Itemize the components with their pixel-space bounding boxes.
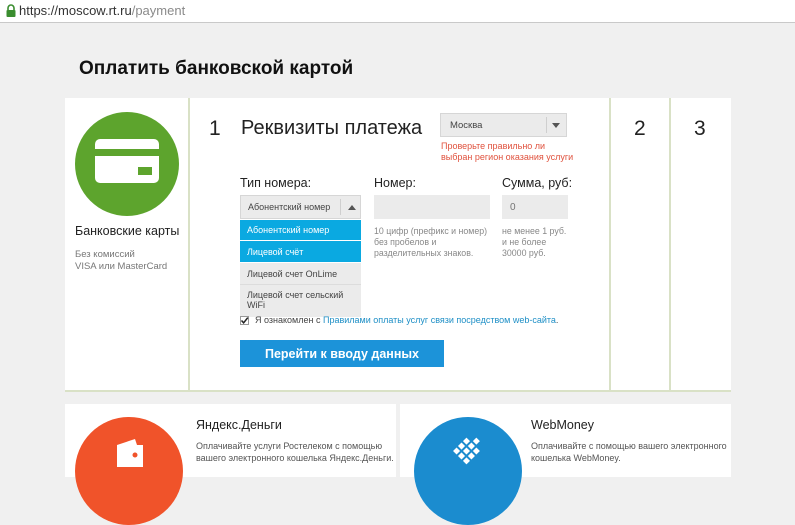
checkmark-icon bbox=[240, 317, 249, 324]
dropdown-option-onlime[interactable]: Лицевой счет OnLime bbox=[240, 263, 361, 285]
dropdown-option-account[interactable]: Лицевой счёт bbox=[240, 241, 361, 263]
agree-checkbox[interactable] bbox=[240, 316, 249, 325]
address-bar[interactable]: https://moscow.rt.ru/payment bbox=[0, 0, 795, 23]
chevron-down-icon bbox=[552, 123, 560, 128]
column-divider bbox=[609, 98, 611, 392]
type-label: Тип номера: bbox=[240, 176, 312, 190]
number-type-value: Абонентский номер bbox=[248, 202, 331, 212]
agree-text: Я ознакомлен с Правилами оплаты услуг св… bbox=[255, 315, 559, 325]
bank-card-method-icon[interactable] bbox=[75, 112, 179, 216]
step-number-1: 1 bbox=[209, 117, 221, 140]
step-number-2: 2 bbox=[634, 117, 646, 140]
sum-hint: не менее 1 руб. и не более 30000 руб. bbox=[502, 226, 567, 258]
form-heading: Реквизиты платежа bbox=[241, 117, 423, 139]
webmoney-desc: Оплачивайте с помощью вашего электронног… bbox=[531, 441, 727, 463]
number-hint: 10 цифр (префикс и номер) без пробелов и… bbox=[374, 226, 488, 258]
sum-label: Сумма, руб: bbox=[502, 176, 573, 190]
sum-input[interactable] bbox=[502, 195, 568, 219]
column-divider bbox=[188, 98, 190, 392]
lock-icon bbox=[6, 4, 16, 17]
region-value: Москва bbox=[450, 120, 483, 131]
number-input[interactable] bbox=[374, 195, 490, 219]
number-type-dropdown: Абонентский номер Лицевой счёт Лицевой с… bbox=[240, 220, 361, 317]
yandex-money-title: Яндекс.Деньги bbox=[196, 418, 282, 432]
method-cards-note: VISA или MasterCard bbox=[75, 261, 168, 272]
method-label: Банковские карты bbox=[75, 224, 180, 238]
go-to-card-details-button[interactable]: Перейти к вводу данных карты bbox=[240, 340, 444, 388]
region-warning: Проверьте правильно ли выбран регион ока… bbox=[441, 141, 574, 162]
credit-card-icon bbox=[95, 139, 159, 183]
dropdown-option-rural-wifi[interactable]: Лицевой счет сельский WiFi bbox=[240, 285, 361, 317]
column-divider bbox=[669, 98, 671, 392]
number-type-select[interactable]: Абонентский номер bbox=[240, 195, 361, 219]
method-fee-note: Без комиссий bbox=[75, 249, 135, 260]
step-number-3: 3 bbox=[694, 117, 706, 140]
yandex-money-icon bbox=[75, 417, 183, 525]
page-title: Оплатить банковской картой bbox=[79, 58, 354, 79]
chevron-up-icon bbox=[348, 205, 356, 210]
number-label: Номер: bbox=[374, 176, 416, 190]
wallet-icon bbox=[117, 439, 143, 467]
webmoney-icon bbox=[414, 417, 522, 525]
card-bottom-border bbox=[65, 390, 731, 392]
url-path: /payment bbox=[131, 3, 186, 18]
url-text: https://moscow.rt.ru/payment bbox=[19, 3, 185, 18]
webmoney-title: WebMoney bbox=[531, 418, 594, 432]
url-host: https://moscow.rt.ru bbox=[19, 3, 132, 18]
yandex-money-desc: Оплачивайте услуги Ростелеком с помощью … bbox=[196, 441, 394, 463]
region-select[interactable]: Москва bbox=[440, 113, 567, 137]
dropdown-option-subscriber[interactable]: Абонентский номер bbox=[240, 220, 361, 241]
payment-rules-link[interactable]: Правилами оплаты услуг связи посредством… bbox=[323, 315, 556, 325]
webmoney-grid-icon bbox=[453, 437, 480, 465]
